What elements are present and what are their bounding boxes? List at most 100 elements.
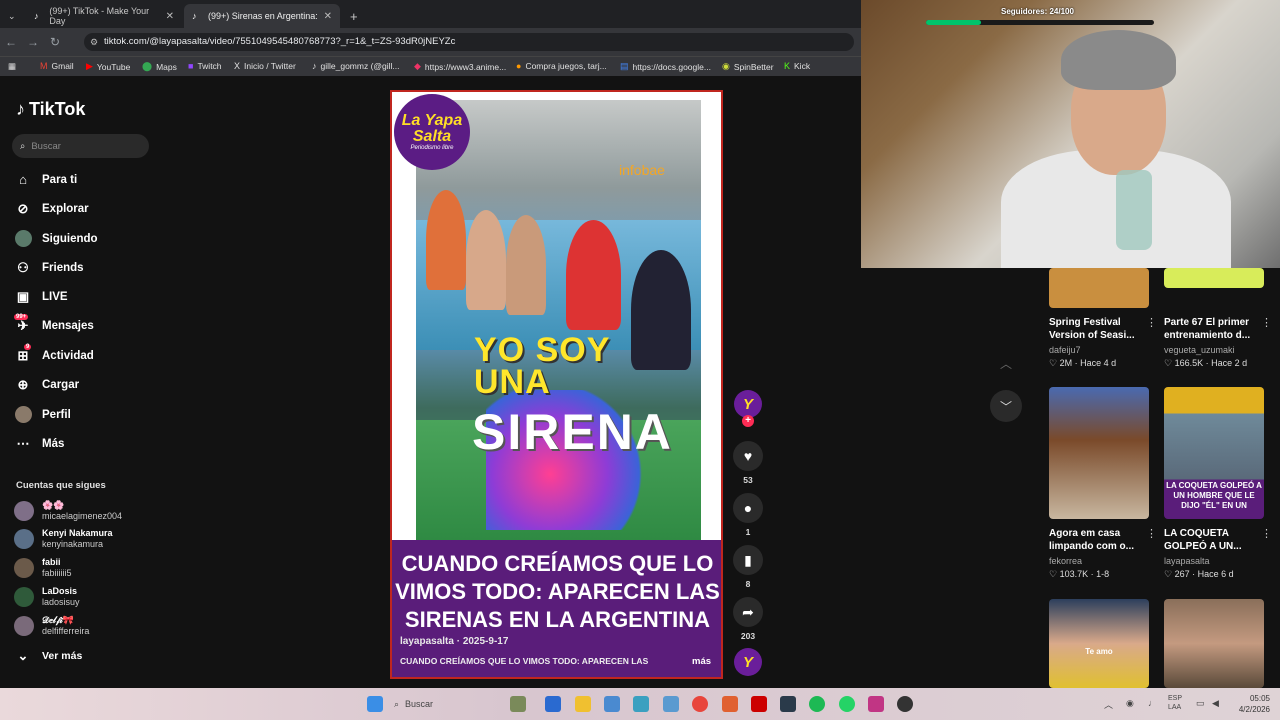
tab-tiktok-home[interactable]: ♪ (99+) TikTok - Make Your Day ✕: [26, 4, 182, 28]
steam-icon[interactable]: [780, 696, 796, 712]
like-button[interactable]: ♥ 53: [732, 441, 764, 485]
bookmark-spinbetter[interactable]: ◉ SpinBetter: [722, 61, 774, 72]
forward-arrow-icon[interactable]: →: [22, 35, 44, 49]
close-icon[interactable]: ✕: [166, 11, 174, 22]
sidebar-item-perfil[interactable]: Perfil: [14, 406, 71, 424]
sidebar-item-para-ti[interactable]: ⌂ Para ti: [14, 172, 77, 187]
file-explorer-icon[interactable]: [575, 696, 591, 712]
video-player[interactable]: infobae YO SOY UNA SIRENA La Yapa Salta P…: [390, 90, 723, 679]
previous-video-button[interactable]: ︿: [990, 347, 1022, 379]
following-account[interactable]: fabii fabiiiiii5: [14, 557, 72, 579]
tiktok-icon: ♪: [16, 99, 25, 119]
taskbar: ⌕ Buscar ︿ ◉ ♩ ESP LAA ▭ ◀ 05:05 4/2/2026: [0, 688, 1280, 720]
close-icon[interactable]: ✕: [324, 11, 332, 22]
following-account[interactable]: 🌸🌸 micaelagimenez004: [14, 500, 122, 522]
bookmark-docs[interactable]: ▤ https://docs.google...: [620, 61, 711, 72]
tab-sirenas-video[interactable]: ♪ (99+) Sirenas en Argentina: Un ... ✕: [184, 4, 340, 28]
recommended-video-card[interactable]: LA COQUETA GOLPEÓ A UN HOMBRE QUE LE DIJ…: [1164, 387, 1272, 580]
instagram-icon[interactable]: [868, 696, 884, 712]
bookmark-maps[interactable]: ⬤ Maps: [142, 61, 177, 72]
store-icon[interactable]: [604, 696, 620, 712]
bookmark-kick[interactable]: K Kick: [784, 61, 810, 71]
chevron-up-icon[interactable]: ︿: [1104, 698, 1113, 711]
bookmark-gmail[interactable]: M Gmail: [40, 61, 74, 71]
following-account[interactable]: LaDosis ladosisuy: [14, 586, 80, 608]
webcam-overlay: Seguidores: 24/100: [861, 0, 1280, 268]
sidebar-item-live[interactable]: ▣ LIVE: [14, 289, 68, 305]
more-options-icon[interactable]: ⋮: [1261, 316, 1272, 329]
sound-disc-button[interactable]: Y: [732, 648, 764, 676]
avatar: [14, 616, 34, 636]
tiktok-logo[interactable]: ♪ TikTok: [16, 99, 85, 120]
volume-icon[interactable]: ◀: [1212, 698, 1219, 709]
sidebar-item-cargar[interactable]: ⊕ Cargar: [14, 377, 80, 393]
microphone-icon[interactable]: ♩: [1148, 698, 1157, 708]
language-indicator[interactable]: ESP LAA: [1168, 694, 1182, 712]
taskbar-search[interactable]: ⌕ Buscar: [394, 694, 494, 714]
bookmark-store[interactable]: ● Compra juegos, tarj...: [516, 61, 607, 71]
more-link[interactable]: más: [692, 656, 711, 667]
following-account[interactable]: Kenyi Nakamura kenyinakamura: [14, 528, 113, 550]
photos-icon[interactable]: [633, 696, 649, 712]
following-account[interactable]: 𝒟𝑒𝓁𝒻𝒾🎀 delfifferreira: [14, 615, 89, 637]
chrome-icon[interactable]: [692, 696, 708, 712]
apps-icon[interactable]: ▦: [8, 61, 16, 72]
share-button[interactable]: ➦ 203: [732, 597, 764, 641]
gmail-icon: M: [40, 61, 48, 71]
following-avatar-icon: [14, 230, 32, 248]
save-button[interactable]: ▮ 8: [732, 545, 764, 589]
comment-button[interactable]: ● 1: [732, 493, 764, 537]
more-options-icon[interactable]: ⋮: [1146, 316, 1157, 329]
recommended-video-card[interactable]: [1164, 599, 1264, 688]
sidebar-item-mensajes[interactable]: ✈ 99+ Mensajes: [14, 314, 94, 334]
bookmark-twitter[interactable]: X Inicio / Twitter: [234, 61, 296, 71]
back-arrow-icon[interactable]: ←: [0, 35, 22, 49]
sidebar-item-friends[interactable]: ⚇ Friends: [14, 260, 83, 276]
follow-plus-icon[interactable]: +: [742, 415, 754, 427]
home-icon: ⌂: [19, 172, 27, 187]
url-field[interactable]: ⚙ tiktok.com/@layapasalta/video/75510495…: [84, 33, 854, 51]
recommended-video-card[interactable]: Parte 67 El primer entrenamiento d... ve…: [1164, 268, 1272, 378]
whatsapp-icon[interactable]: [839, 696, 855, 712]
more-options-icon[interactable]: ⋮: [1146, 527, 1157, 540]
new-tab-button[interactable]: +: [342, 4, 366, 28]
recommended-video-card[interactable]: Spring Festival Version of Seasi... dafe…: [1049, 268, 1157, 378]
site-info-icon[interactable]: ⚙: [90, 33, 98, 51]
sidebar-item-actividad[interactable]: ⊞ 9 Actividad: [14, 344, 94, 364]
followers-goal-bar: [926, 20, 1154, 25]
widget-icon[interactable]: [510, 696, 526, 712]
wifi-icon[interactable]: ▭: [1196, 698, 1205, 709]
obs-icon[interactable]: [897, 696, 913, 712]
monitor-icon[interactable]: [663, 696, 679, 712]
sidebar-item-mas[interactable]: ⋯ Más: [14, 436, 65, 452]
see-more-accounts[interactable]: ⌄ Ver más: [14, 648, 83, 664]
creator-avatar-button[interactable]: Y: [732, 390, 764, 418]
windows-start-icon[interactable]: [367, 696, 383, 712]
activity-icon: ⊞ 9: [17, 344, 32, 363]
system-clock[interactable]: 05:05 4/2/2026: [1234, 693, 1270, 715]
spin-icon: ◉: [722, 61, 730, 71]
next-video-button[interactable]: ﹀: [990, 390, 1022, 422]
more-options-icon[interactable]: ⋮: [1261, 527, 1272, 540]
person-figure: [566, 220, 621, 330]
tab-search-button[interactable]: ⌄: [0, 4, 26, 28]
bookmark-twitch[interactable]: ■ Twitch: [188, 61, 222, 71]
video-author[interactable]: layapasalta · 2025-9-17: [400, 636, 508, 647]
bookmark-youtube[interactable]: ▶ YouTube: [86, 61, 130, 72]
x-icon: X: [234, 61, 241, 71]
video-thumbnail: Te amo: [1049, 599, 1149, 688]
sidebar-item-siguiendo[interactable]: Siguiendo: [14, 230, 98, 248]
sidebar-item-explorar[interactable]: ⊘ Explorar: [14, 201, 89, 217]
network-icon[interactable]: ◉: [1126, 698, 1134, 709]
bookmark-tiktok-profile[interactable]: ♪ gille_gommz (@gill...: [312, 61, 400, 71]
app-icon[interactable]: [722, 696, 738, 712]
spotify-icon[interactable]: [809, 696, 825, 712]
search-input[interactable]: ⌕ Buscar: [12, 134, 149, 158]
person-figure: [506, 215, 546, 315]
netflix-icon[interactable]: [751, 696, 767, 712]
task-view-icon[interactable]: [545, 696, 561, 712]
bookmark-anime[interactable]: ◆ https://www3.anime...: [414, 61, 506, 72]
reload-icon[interactable]: ↻: [44, 35, 66, 49]
recommended-video-card[interactable]: Te amo: [1049, 599, 1149, 688]
recommended-video-card[interactable]: Agora em casa limpando com o... fekorrea…: [1049, 387, 1157, 580]
